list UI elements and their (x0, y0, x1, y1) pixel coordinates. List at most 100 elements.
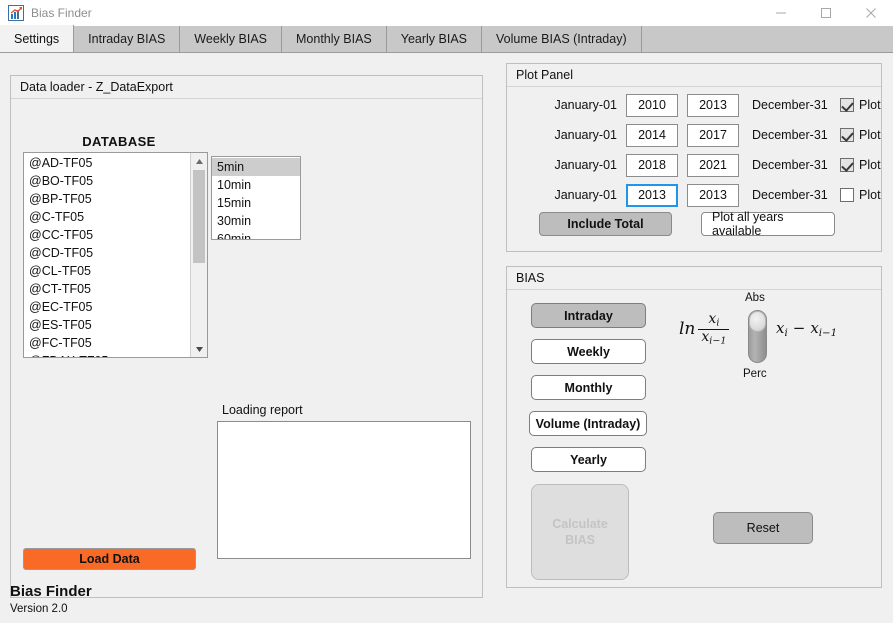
formula-ln: ln (679, 319, 696, 340)
plot-row-start-year-input[interactable]: 2013 (626, 183, 678, 207)
plot-panel-rows: January-01 2010 2013 December-31 Plot January… (507, 90, 881, 210)
close-button[interactable] (848, 0, 893, 26)
plot-panel-row: January-01 2018 2021 December-31 Plot (507, 150, 881, 180)
tab-label: Volume BIAS (Intraday) (496, 32, 627, 46)
bias-button-label: Intraday (564, 308, 613, 323)
database-list-item[interactable]: @CT-TF05 (24, 280, 190, 298)
database-scroll-thumb[interactable] (193, 170, 205, 263)
plot-row-start-year-input[interactable]: 2018 (626, 153, 678, 177)
reset-button[interactable]: Reset (713, 512, 813, 544)
plot-row-end-year-input[interactable]: 2013 (687, 183, 739, 207)
plot-row-checkbox-wrapper[interactable]: Plot (840, 188, 881, 202)
tab-label: Yearly BIAS (400, 32, 467, 46)
loading-report-label: Loading report (222, 403, 303, 417)
time-frame-listbox[interactable]: 5min 10min 15min 30min 60min (211, 156, 301, 240)
time-frame-list-item[interactable]: 10min (212, 176, 300, 194)
plot-row-checkbox-wrapper[interactable]: Plot (840, 158, 881, 172)
database-list-item[interactable]: @EC-TF05 (24, 298, 190, 316)
database-list-item[interactable]: @FDAX-TF05 (24, 352, 190, 357)
database-list-item[interactable]: @CC-TF05 (24, 226, 190, 244)
calculate-bias-label-line2: BIAS (565, 533, 595, 547)
bias-button-label: Volume (Intraday) (535, 416, 641, 431)
log-return-formula: ln xi xi−1 (679, 311, 730, 346)
bias-monthly-button[interactable]: Monthly (531, 375, 646, 400)
time-frame-list-item[interactable]: 15min (212, 194, 300, 212)
database-list-item[interactable]: @CD-TF05 (24, 244, 190, 262)
plot-row-checkbox[interactable] (840, 128, 854, 142)
absolute-diff-formula: xi − xi−1 (776, 319, 838, 339)
toggle-knob[interactable] (749, 311, 766, 332)
plot-row-checkbox[interactable] (840, 98, 854, 112)
scroll-up-icon[interactable] (191, 153, 207, 169)
plot-row-checkbox[interactable] (840, 188, 854, 202)
loading-report-textarea[interactable] (217, 421, 471, 559)
plot-row-checkbox-label: Plot (859, 98, 881, 112)
time-frame-list-item[interactable]: 60min (212, 230, 300, 239)
database-list-item[interactable]: @C-TF05 (24, 208, 190, 226)
plot-row-end-date-label: December-31 (752, 128, 828, 142)
database-list-item[interactable]: @BO-TF05 (24, 172, 190, 190)
maximize-button[interactable] (803, 0, 848, 26)
formula-numerator: xi (708, 311, 720, 329)
minimize-button[interactable] (758, 0, 803, 26)
load-data-button[interactable]: Load Data (23, 548, 196, 570)
database-list-item[interactable]: @ES-TF05 (24, 316, 190, 334)
calculate-bias-label-line1: Calculate (552, 517, 608, 531)
plot-row-checkbox-label: Plot (859, 158, 881, 172)
plot-row-end-year-input[interactable]: 2013 (687, 93, 739, 117)
database-listbox[interactable]: @AD-TF05 @BO-TF05 @BP-TF05 @C-TF05 @CC-TF05 @… (23, 152, 208, 358)
plot-row-start-year-input[interactable]: 2014 (626, 123, 678, 147)
bias-yearly-button[interactable]: Yearly (531, 447, 646, 472)
database-list-item[interactable]: @BP-TF05 (24, 190, 190, 208)
database-list-item[interactable]: @FC-TF05 (24, 334, 190, 352)
bias-button-label: Monthly (564, 380, 613, 395)
tab-monthly-bias[interactable]: Monthly BIAS (282, 26, 387, 52)
time-frame-list-items: 5min 10min 15min 30min 60min (212, 157, 300, 239)
plot-row-start-year-input[interactable]: 2010 (626, 93, 678, 117)
database-scrollbar[interactable] (190, 153, 207, 357)
database-list-item[interactable]: @AD-TF05 (24, 154, 190, 172)
plot-all-years-button[interactable]: Plot all years available (701, 210, 835, 238)
settings-tab-content: Data loader - Z_DataExport DATABASE @AD-… (0, 53, 893, 623)
tab-label: Weekly BIAS (194, 32, 268, 46)
database-list-item[interactable]: @CL-TF05 (24, 262, 190, 280)
tab-label: Settings (14, 31, 60, 46)
formula-fraction: xi xi−1 (698, 311, 730, 346)
tab-intraday-bias[interactable]: Intraday BIAS (74, 26, 181, 52)
bias-weekly-button[interactable]: Weekly (531, 339, 646, 364)
plot-row-checkbox-wrapper[interactable]: Plot (840, 128, 881, 142)
load-data-label: Load Data (79, 552, 140, 566)
plot-row-end-year-input[interactable]: 2021 (687, 153, 739, 177)
toggle-perc-label: Perc (743, 368, 767, 380)
bias-volume-intraday-button[interactable]: Volume (Intraday) (529, 411, 647, 436)
time-frame-list-item[interactable]: 30min (212, 212, 300, 230)
plot-row-end-year-input[interactable]: 2017 (687, 123, 739, 147)
tab-volume-bias-intraday[interactable]: Volume BIAS (Intraday) (482, 26, 642, 52)
plot-row-end-date-label: December-31 (752, 158, 828, 172)
bias-panel: BIAS Intraday Weekly Monthly Volume (Int… (506, 266, 882, 588)
include-total-button[interactable]: Include Total (539, 212, 672, 236)
tab-weekly-bias[interactable]: Weekly BIAS (180, 26, 283, 52)
app-version: Version 2.0 (10, 603, 68, 615)
data-loader-divider (11, 98, 482, 99)
plot-row-start-date-label: January-01 (554, 158, 617, 172)
calculate-bias-button[interactable]: Calculate BIAS (531, 484, 629, 580)
plot-panel: Plot Panel January-01 2010 2013 December-31… (506, 63, 882, 252)
tab-yearly-bias[interactable]: Yearly BIAS (386, 26, 482, 52)
plot-row-start-date-label: January-01 (554, 188, 617, 202)
time-frame-list-item[interactable]: 5min (212, 158, 300, 176)
tab-settings[interactable]: Settings (0, 25, 75, 52)
plot-panel-row: January-01 2013 2013 December-31 Plot (507, 180, 881, 210)
plot-panel-divider (507, 86, 881, 87)
scroll-down-icon[interactable] (191, 341, 207, 357)
tab-bar: Settings Intraday BIAS Weekly BIAS Month… (0, 25, 893, 53)
database-label: DATABASE (82, 134, 156, 149)
plot-row-checkbox-wrapper[interactable]: Plot (840, 98, 881, 112)
chart-bar-icon (8, 5, 24, 21)
plot-row-checkbox-label: Plot (859, 128, 881, 142)
abs-perc-toggle[interactable] (748, 310, 767, 363)
toggle-abs-label: Abs (745, 292, 765, 304)
plot-row-checkbox[interactable] (840, 158, 854, 172)
bias-intraday-button[interactable]: Intraday (531, 303, 646, 328)
include-total-label: Include Total (567, 217, 644, 231)
